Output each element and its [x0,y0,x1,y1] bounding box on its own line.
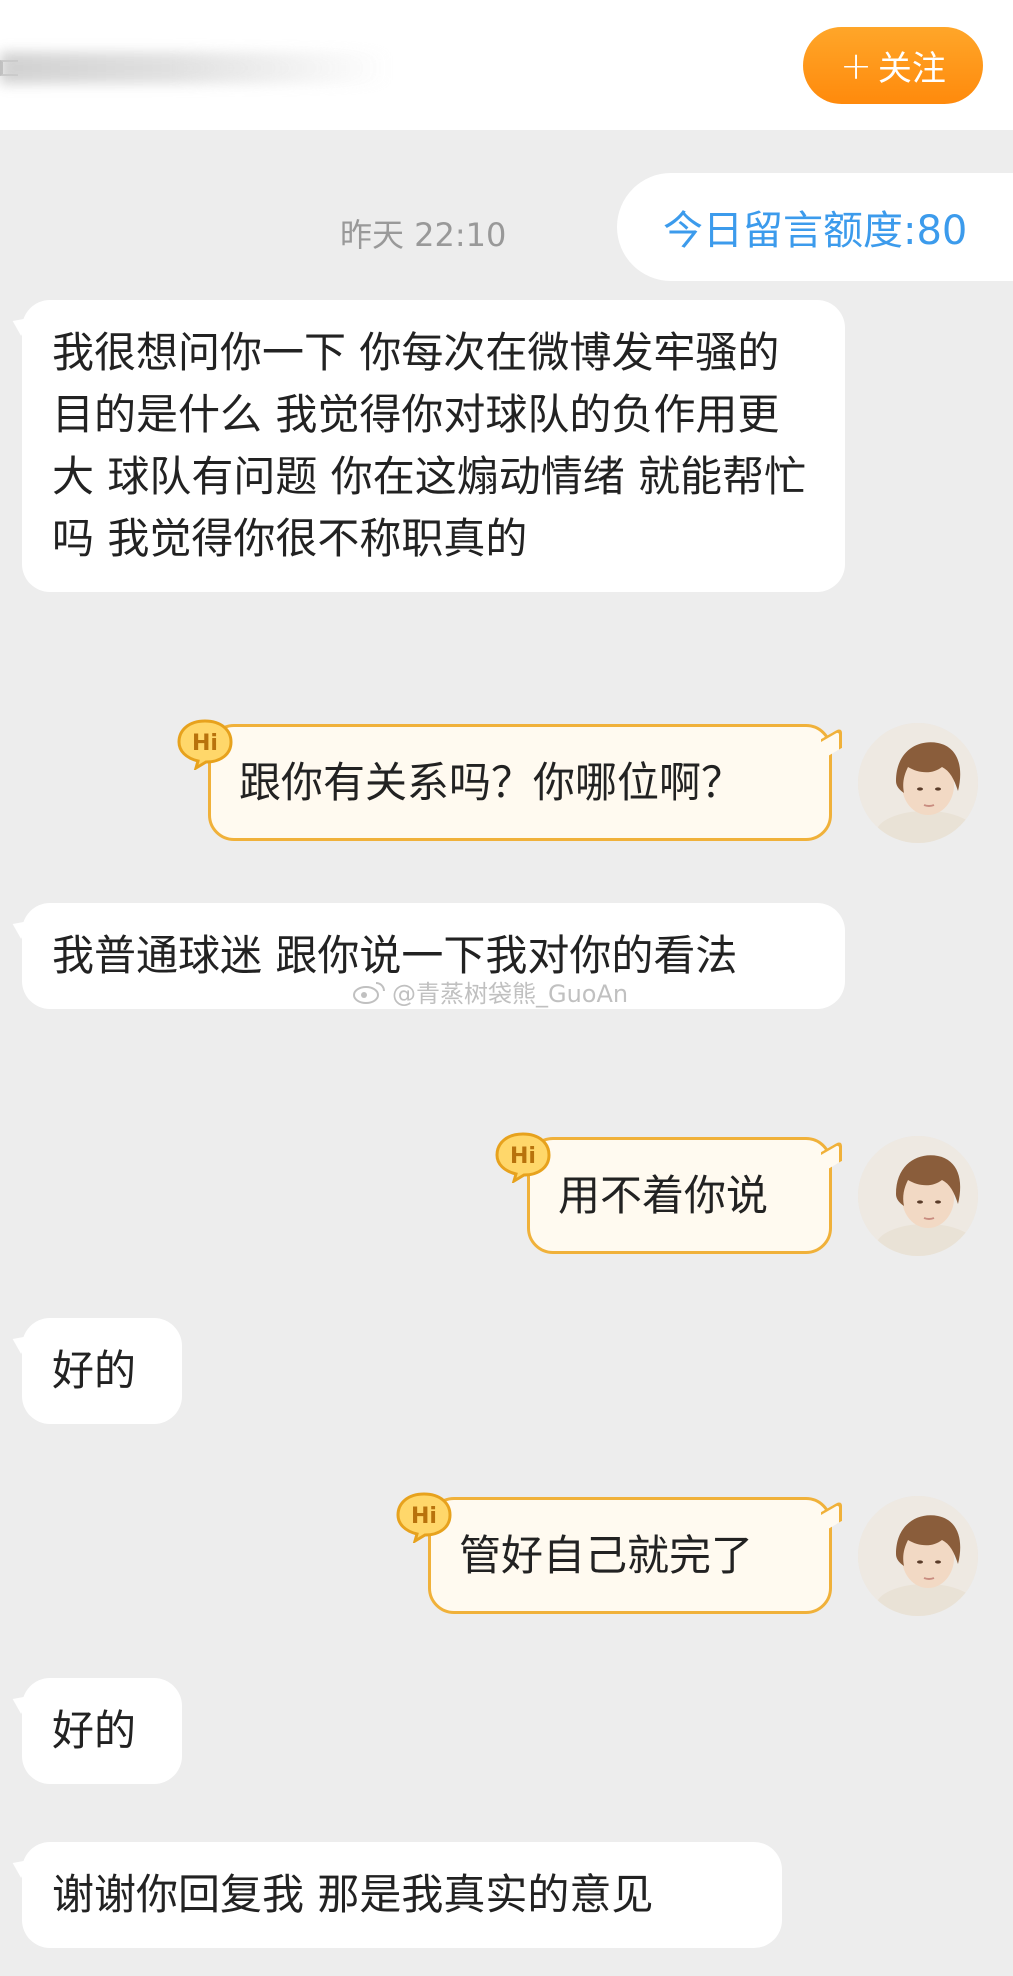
avatar[interactable] [858,723,978,843]
follow-button[interactable]: + 关注 [803,27,983,104]
outgoing-message[interactable]: 用不着你说 [527,1137,832,1254]
avatar-image [858,1136,978,1256]
hi-badge-label: Hi [510,1144,536,1169]
message-text: 好的 [52,1346,137,1395]
message-quota-pill: 今日留言额度:80 [617,173,1013,281]
incoming-message[interactable]: 我很想问你一下 你每次在微博发牢骚的目的是什么 我觉得你对球队的负作用更大 球队… [22,300,845,592]
incoming-message[interactable]: 谢谢你回复我 那是我真实的意见 [22,1842,782,1948]
message-text: 管好自己就完了 [459,1530,754,1580]
incoming-message[interactable]: 好的 [22,1678,182,1784]
outgoing-message[interactable]: 跟你有关系吗？你哪位啊？ [208,724,832,841]
avatar-image [858,1496,978,1616]
message-text: 我普通球迷 跟你说一下我对你的看法 [52,931,738,980]
top-bar: + 关注 [0,0,1013,130]
avatar[interactable] [858,1136,978,1256]
plus-icon: + [840,43,872,88]
message-text: 谢谢你回复我 那是我真实的意见 [52,1870,654,1919]
hi-speech-badge-icon: Hi [177,719,233,770]
hi-badge-label: Hi [411,1504,437,1529]
hi-speech-badge-icon: Hi [495,1132,551,1183]
follow-label: 关注 [877,49,946,89]
outgoing-message[interactable]: 管好自己就完了 [428,1497,832,1614]
message-text: 跟你有关系吗？你哪位啊？ [239,757,744,807]
blurred-username [0,52,390,84]
incoming-message[interactable]: 好的 [22,1318,182,1424]
watermark-text: @青蒸树袋熊_GuoAn [392,980,629,1008]
avatar-image [858,723,978,843]
hi-speech-badge-icon: Hi [396,1492,452,1543]
message-text: 用不着你说 [558,1170,769,1220]
message-timestamp: 昨天 22:10 [340,216,507,254]
hi-badge-label: Hi [192,731,218,756]
weibo-logo-icon [353,981,385,1004]
message-text: 我很想问你一下 你每次在微博发牢骚的目的是什么 我觉得你对球队的负作用更大 球队… [52,328,807,563]
message-text: 好的 [52,1706,137,1755]
avatar[interactable] [858,1496,978,1616]
watermark: @青蒸树袋熊_GuoAn [352,974,628,1009]
